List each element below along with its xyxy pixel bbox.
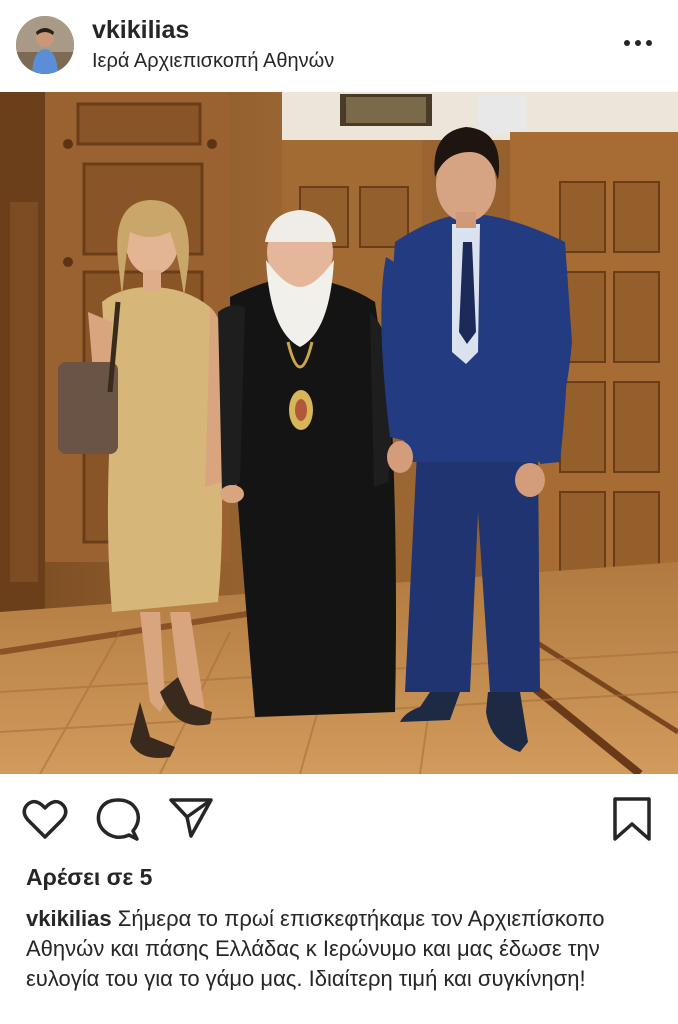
comment-icon[interactable] xyxy=(95,797,141,848)
likes-count[interactable]: Αρέσει σε 5 xyxy=(26,864,152,891)
location-link[interactable]: Ιερά Αρχιεπισκοπή Αθηνών xyxy=(92,50,334,73)
post-caption: vkikilias Σήμερα το πρωί επισκεφτήκαμε τ… xyxy=(26,904,656,994)
share-icon[interactable] xyxy=(168,796,214,845)
heart-icon[interactable] xyxy=(22,798,68,845)
post-header: vkikilias Ιερά Αρχιεπισκοπή Αθηνών xyxy=(0,0,678,92)
post-photo[interactable] xyxy=(0,92,678,774)
action-bar xyxy=(0,774,678,864)
avatar[interactable] xyxy=(16,16,74,74)
bookmark-icon[interactable] xyxy=(612,796,652,847)
caption-username[interactable]: vkikilias xyxy=(26,906,112,931)
more-options-icon[interactable] xyxy=(622,36,654,48)
caption-text: Σήμερα το πρωί επισκεφτήκαμε τον Αρχιεπί… xyxy=(26,906,605,991)
username[interactable]: vkikilias xyxy=(92,16,189,45)
